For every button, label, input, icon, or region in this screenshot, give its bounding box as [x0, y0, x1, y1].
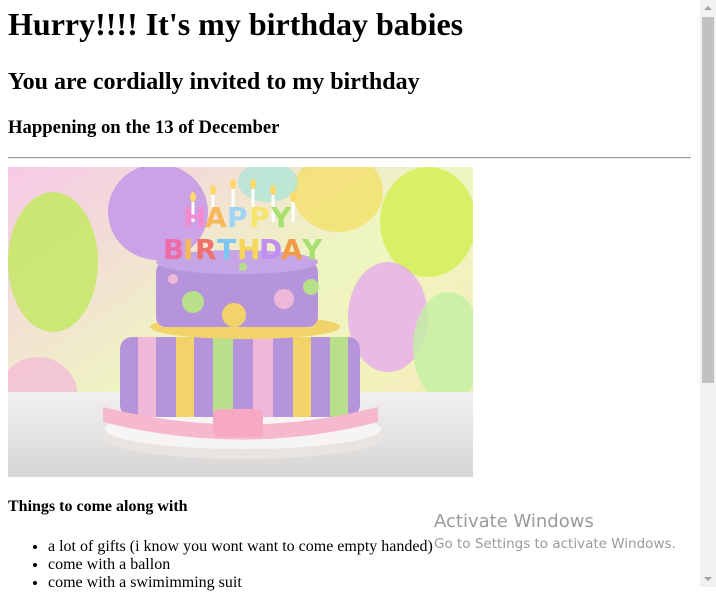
- page-content: Hurry!!!! It's my birthday babies You ar…: [8, 0, 691, 592]
- svg-text:T: T: [217, 233, 236, 266]
- svg-text:A: A: [281, 233, 303, 266]
- items-list: a lot of gifts (i know you wont want to …: [8, 538, 691, 592]
- scrollbar-thumb[interactable]: [702, 17, 714, 383]
- list-heading: Things to come along with: [8, 498, 188, 515]
- page-title: Hurry!!!! It's my birthday babies: [8, 6, 464, 42]
- svg-text:I: I: [183, 233, 193, 266]
- list-item: come with a ballon: [48, 556, 691, 574]
- scroll-down-arrow-icon[interactable]: [703, 574, 713, 584]
- svg-text:H: H: [183, 201, 206, 234]
- svg-text:A: A: [205, 201, 227, 234]
- svg-text:B: B: [163, 233, 184, 266]
- invitation-subtitle: You are cordially invited to my birthday: [8, 69, 420, 95]
- svg-text:H: H: [237, 233, 260, 266]
- birthday-cake-image: H A P P Y B I R T H D A Y: [8, 167, 473, 477]
- svg-text:R: R: [195, 233, 217, 266]
- divider: [8, 157, 691, 159]
- svg-text:Y: Y: [301, 233, 323, 266]
- svg-text:P: P: [227, 201, 248, 234]
- list-item: come with a swimimming suit: [48, 574, 691, 592]
- list-item: a lot of gifts (i know you wont want to …: [48, 538, 691, 556]
- svg-text:D: D: [259, 233, 282, 266]
- svg-text:Y: Y: [270, 201, 292, 234]
- svg-text:P: P: [249, 201, 270, 234]
- date-line: Happening on the 13 of December: [8, 117, 280, 138]
- scroll-up-arrow-icon[interactable]: [703, 3, 713, 13]
